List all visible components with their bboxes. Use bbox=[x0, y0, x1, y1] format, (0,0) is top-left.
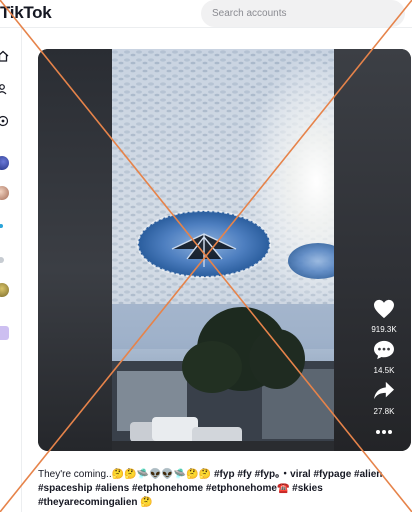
comment-button[interactable]: 14.5K bbox=[369, 340, 399, 375]
like-count: 919.3K bbox=[371, 325, 397, 334]
video-caption: They're coming..🤔🤔🛸👽👽🛸🤔🤔 #fyp #fy #fyp。・… bbox=[38, 468, 408, 510]
search-input[interactable] bbox=[201, 0, 405, 27]
top-header: TikTok bbox=[0, 0, 412, 28]
caption-text: They're coming..🤔🤔🛸👽👽🛸🤔🤔 bbox=[38, 469, 212, 480]
account-avatar[interactable] bbox=[0, 257, 4, 263]
video-blur-left bbox=[38, 49, 112, 451]
comment-count: 14.5K bbox=[373, 366, 395, 375]
home-icon[interactable] bbox=[0, 50, 9, 62]
account-avatar[interactable] bbox=[0, 326, 9, 340]
video-player[interactable]: 919.3K 14.5K 27.8K bbox=[38, 49, 411, 451]
comment-icon bbox=[374, 340, 394, 360]
ellipsis-icon bbox=[376, 430, 392, 434]
explore-icon[interactable] bbox=[0, 115, 9, 127]
left-sidebar bbox=[0, 28, 22, 512]
following-icon[interactable] bbox=[0, 83, 9, 95]
account-avatar[interactable] bbox=[0, 156, 9, 170]
more-button[interactable] bbox=[369, 423, 399, 441]
video-frame[interactable] bbox=[112, 49, 334, 451]
like-button[interactable]: 919.3K bbox=[369, 299, 399, 334]
account-avatar[interactable] bbox=[0, 224, 3, 228]
share-button[interactable]: 27.8K bbox=[369, 381, 399, 416]
share-count: 27.8K bbox=[373, 407, 395, 416]
search-bar[interactable] bbox=[201, 0, 405, 27]
account-avatar[interactable] bbox=[0, 186, 9, 200]
heart-icon bbox=[374, 299, 394, 319]
tiktok-logo[interactable]: TikTok bbox=[0, 3, 52, 23]
share-icon bbox=[374, 381, 394, 400]
account-avatar[interactable] bbox=[0, 283, 9, 297]
